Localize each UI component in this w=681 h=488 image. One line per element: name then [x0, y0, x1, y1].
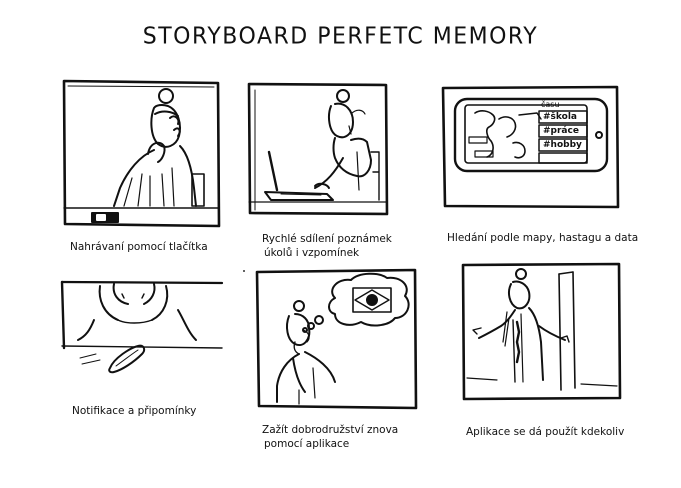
panel-adventure — [255, 268, 420, 410]
caption-sharing-1: Rychlé sdílení poznámek — [262, 233, 392, 245]
sketch-recording — [62, 79, 221, 228]
panel-recording — [62, 78, 222, 228]
sketch-anywhere — [461, 262, 622, 401]
tag-hobby: #hobby — [543, 140, 582, 150]
panel-notifications — [60, 280, 225, 380]
caption-notifications: Notifikace a připomínky — [72, 405, 197, 417]
panel-sharing — [247, 82, 389, 217]
storyboard-title: STORYBOARD PERFETC MEMORY — [142, 23, 539, 50]
tag-work: #práce — [543, 126, 579, 136]
phone-top-label: času — [541, 100, 560, 109]
sketch-notifications — [60, 280, 224, 374]
caption-search: Hledání podle mapy, hastagu a data — [447, 232, 639, 244]
caption-recording: Nahrávaní pomocí tlačítka — [70, 241, 208, 253]
sketch-adventure — [255, 268, 418, 410]
tag-school: #škola — [543, 112, 577, 122]
panel-anywhere — [461, 262, 623, 402]
caption-adventure-2: pomocí aplikace — [264, 438, 350, 450]
sketch-search — [441, 85, 620, 209]
sketch-sharing — [247, 82, 389, 216]
caption-adventure-1: Zažít dobrodružství znova — [262, 424, 399, 436]
stray-dot — [243, 270, 245, 272]
caption-anywhere: Aplikace se dá použít kdekoliv — [466, 426, 625, 438]
panel-search: času #škola #práce #hobby — [441, 85, 621, 210]
caption-sharing-2: úkolů i vzpomínek — [264, 247, 360, 259]
